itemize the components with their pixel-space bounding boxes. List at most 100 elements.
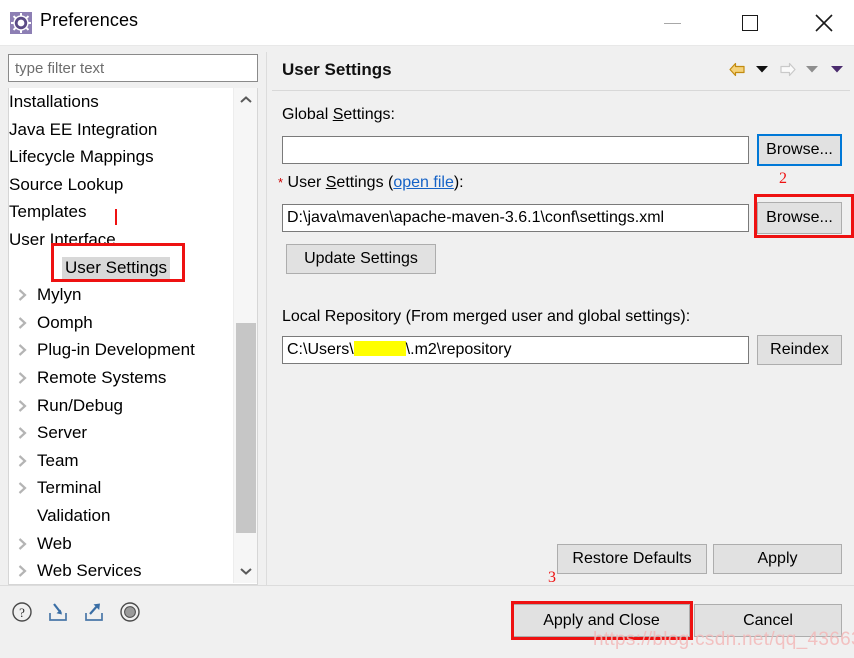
annotation-marker-2: 2 — [779, 170, 787, 188]
update-settings-label: Update Settings — [304, 250, 418, 268]
back-history-button[interactable] — [751, 59, 773, 79]
tree-scrollbar[interactable] — [233, 88, 257, 583]
annotation-marker-1 — [115, 209, 117, 225]
chevron-right-icon[interactable] — [17, 371, 31, 385]
reindex-button[interactable]: Reindex — [757, 335, 842, 365]
required-marker: * — [278, 175, 283, 190]
global-settings-browse-button[interactable]: Browse... — [757, 134, 842, 166]
chevron-down-icon — [806, 65, 818, 73]
tree-spacer — [17, 509, 31, 523]
user-settings-label-mid: ettings ( — [336, 174, 393, 191]
global-settings-browse-label: Browse... — [766, 141, 833, 159]
annotation-marker-3: 3 — [548, 569, 556, 587]
scrollbar-thumb[interactable] — [236, 323, 256, 533]
sidebar-item-lifecycle-mappings[interactable]: Lifecycle Mappings — [9, 143, 234, 171]
user-settings-label-mnemonic: S — [326, 174, 337, 191]
update-settings-button[interactable]: Update Settings — [286, 244, 436, 274]
sidebar-item-oomph[interactable]: Oomph — [9, 309, 234, 337]
sidebar-item-label: Installations — [9, 92, 99, 112]
user-settings-browse-button[interactable]: Browse... — [757, 202, 842, 234]
title-bar: Preferences — [0, 0, 854, 46]
global-settings-input[interactable] — [282, 136, 749, 164]
chevron-up-icon — [239, 95, 253, 105]
close-button[interactable] — [798, 0, 850, 46]
forward-button[interactable] — [776, 59, 798, 79]
preferences-gear-icon — [10, 12, 32, 34]
close-icon — [814, 13, 834, 33]
sidebar-item-label: Remote Systems — [37, 368, 166, 388]
sidebar-item-web[interactable]: Web — [9, 530, 234, 558]
sidebar-item-terminal[interactable]: Terminal — [9, 474, 234, 502]
scroll-down-button[interactable] — [234, 559, 258, 583]
sidebar-item-web-services[interactable]: Web Services — [9, 557, 234, 585]
sidebar-item-label: Mylyn — [37, 285, 81, 305]
chevron-right-icon[interactable] — [17, 426, 31, 440]
global-settings-label-suffix: ettings: — [343, 106, 395, 123]
sidebar-item-mylyn[interactable]: Mylyn — [9, 281, 234, 309]
pane-divider — [266, 52, 267, 585]
page-title: User Settings — [282, 60, 392, 80]
chevron-right-icon[interactable] — [17, 288, 31, 302]
sidebar-item-templates[interactable]: Templates — [9, 198, 234, 226]
chevron-right-icon[interactable] — [17, 399, 31, 413]
sidebar-item-plug-in-development[interactable]: Plug-in Development — [9, 336, 234, 364]
chevron-right-icon[interactable] — [17, 481, 31, 495]
sidebar-item-label: Validation — [37, 506, 110, 526]
help-icon[interactable]: ? — [10, 600, 34, 624]
maximize-button[interactable] — [724, 0, 776, 46]
user-settings-browse-label: Browse... — [766, 209, 833, 227]
back-button[interactable] — [726, 59, 748, 79]
local-repository-input[interactable]: C:\Users\\.m2\repository — [282, 336, 749, 364]
restore-defaults-button[interactable]: Restore Defaults — [557, 544, 707, 574]
sidebar-item-user-settings[interactable]: User Settings — [9, 254, 234, 282]
chevron-right-icon[interactable] — [17, 454, 31, 468]
user-settings-label-suffix: ): — [454, 174, 464, 191]
filter-input[interactable] — [8, 54, 258, 82]
chevron-right-icon[interactable] — [17, 316, 31, 330]
sidebar-item-label: Web Services — [37, 561, 142, 581]
sidebar-item-source-lookup[interactable]: Source Lookup — [9, 171, 234, 199]
sidebar-item-remote-systems[interactable]: Remote Systems — [9, 364, 234, 392]
minimize-button[interactable] — [646, 0, 698, 46]
preferences-tree[interactable]: Installations Java EE Integration Lifecycl… — [8, 88, 258, 585]
local-repository-value-prefix: C:\Users\ — [287, 341, 354, 358]
scroll-up-button[interactable] — [234, 88, 258, 112]
sidebar-item-label: Lifecycle Mappings — [9, 147, 154, 167]
chevron-right-icon[interactable] — [17, 343, 31, 357]
apply-label: Apply — [757, 550, 797, 568]
chevron-right-icon[interactable] — [17, 537, 31, 551]
sidebar-item-label: Plug-in Development — [37, 340, 195, 360]
export-icon[interactable] — [82, 600, 106, 624]
sidebar-item-run-debug[interactable]: Run/Debug — [9, 392, 234, 420]
user-settings-label-prefix: User — [288, 174, 326, 191]
sidebar-item-server[interactable]: Server — [9, 419, 234, 447]
sidebar-item-java-ee-integration[interactable]: Java EE Integration — [9, 116, 234, 144]
chevron-right-icon[interactable] — [17, 564, 31, 578]
open-file-link[interactable]: open file — [393, 174, 454, 191]
window-title: Preferences — [40, 10, 138, 31]
restore-defaults-label: Restore Defaults — [572, 550, 691, 568]
sidebar-item-label: Team — [37, 451, 79, 471]
global-settings-label: Global Settings: — [282, 106, 395, 124]
panel-menu-button[interactable] — [826, 59, 848, 79]
svg-text:?: ? — [19, 605, 25, 620]
sidebar-item-label: Java EE Integration — [9, 120, 157, 140]
import-icon[interactable] — [46, 600, 70, 624]
user-settings-label: * User Settings (open file): — [278, 174, 464, 192]
sidebar-item-label: Web — [37, 534, 72, 554]
sidebar-item-team[interactable]: Team — [9, 447, 234, 475]
user-settings-input[interactable] — [282, 204, 749, 232]
sidebar-item-validation[interactable]: Validation — [9, 502, 234, 530]
minimize-icon — [664, 23, 681, 24]
settings-panel: User Settings — [272, 52, 850, 585]
sidebar-item-label: Source Lookup — [9, 175, 123, 195]
record-icon[interactable] — [118, 600, 142, 624]
sidebar-item-label: User Settings — [62, 257, 170, 279]
apply-button[interactable]: Apply — [713, 544, 842, 574]
sidebar-item-installations[interactable]: Installations — [9, 88, 234, 116]
sidebar-item-user-interface[interactable]: User Interface — [9, 226, 234, 254]
sidebar-item-label: Run/Debug — [37, 396, 123, 416]
forward-history-button[interactable] — [801, 59, 823, 79]
watermark: https://blog.csdn.net/qq_43663493 — [593, 629, 854, 651]
local-repository-label: Local Repository (From merged user and g… — [282, 308, 690, 326]
